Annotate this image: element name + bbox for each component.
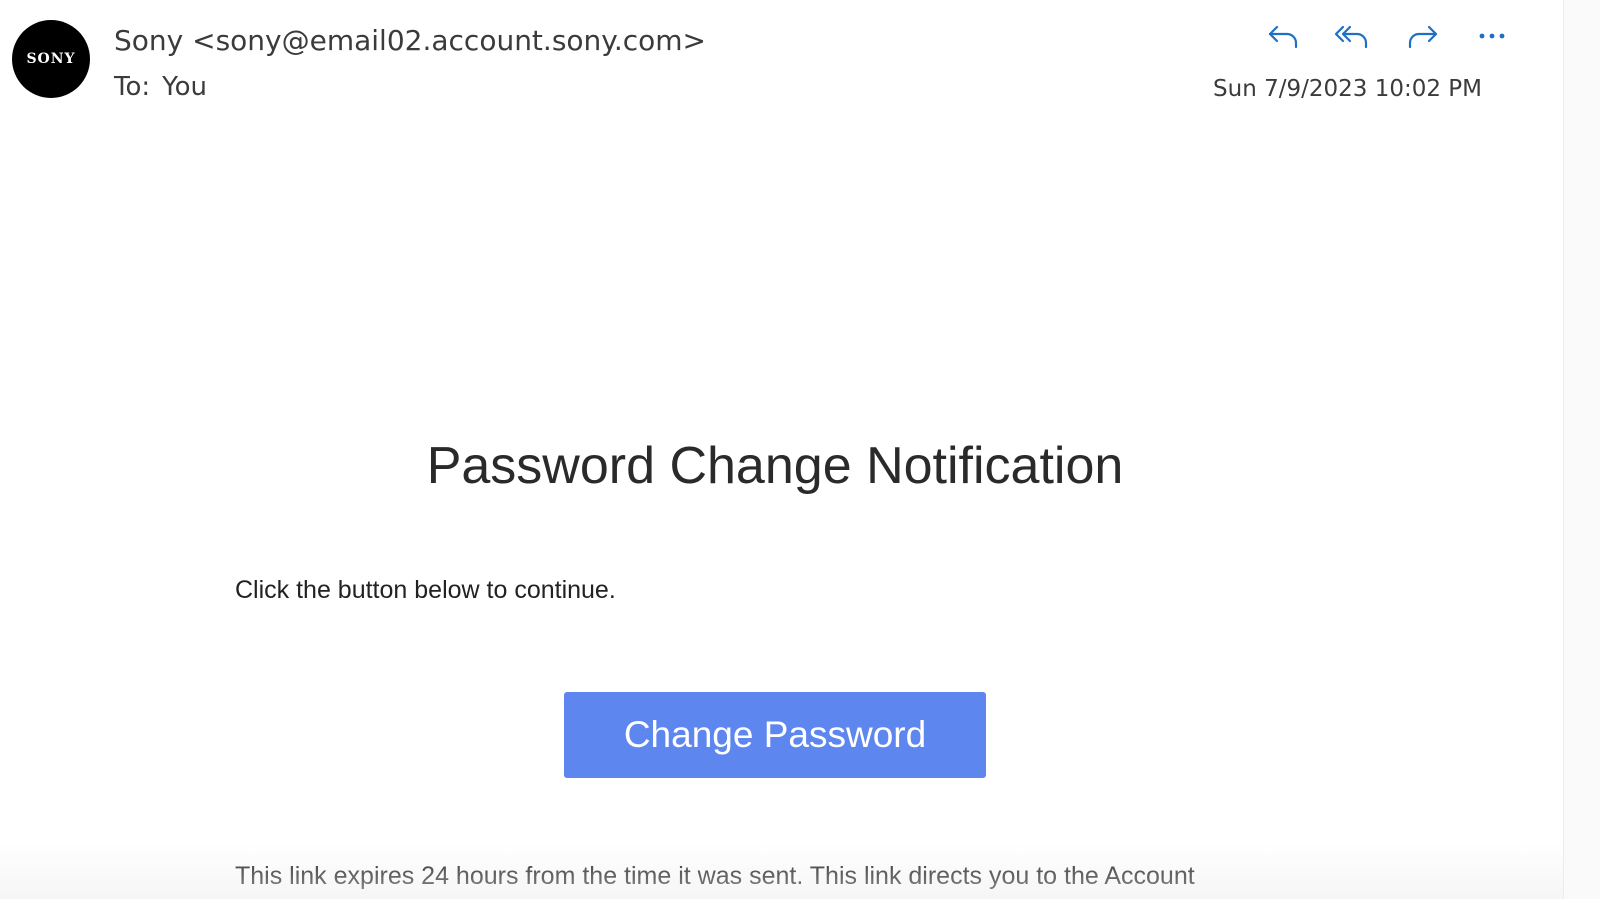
- change-password-button[interactable]: Change Password: [564, 692, 986, 778]
- reply-icon: [1267, 21, 1301, 51]
- reply-all-button[interactable]: [1330, 16, 1374, 56]
- to-label: To:: [114, 72, 151, 102]
- avatar-text: SONY: [26, 51, 76, 67]
- forward-icon: [1405, 21, 1439, 51]
- email-reading-pane: SONY Sony <sony@email02.account.sony.com…: [0, 0, 1563, 899]
- sender-line[interactable]: Sony <sony@email02.account.sony.com>: [114, 24, 706, 57]
- reply-button[interactable]: [1262, 16, 1306, 56]
- recipient-line: To: You: [114, 72, 207, 102]
- reply-all-icon: [1333, 21, 1371, 51]
- more-options-icon: [1477, 31, 1507, 41]
- email-headline: Password Change Notification: [426, 437, 1124, 495]
- change-password-label: Change Password: [623, 714, 927, 755]
- message-actions: [1262, 16, 1522, 56]
- forward-button[interactable]: [1400, 16, 1444, 56]
- link-expiry-text: This link expires 24 hours from the time…: [235, 862, 1195, 890]
- more-options-button[interactable]: [1470, 16, 1514, 56]
- sent-timestamp: Sun 7/9/2023 10:02 PM: [1213, 76, 1482, 102]
- sender-avatar[interactable]: SONY: [12, 20, 90, 98]
- recipient-name[interactable]: You: [162, 72, 207, 102]
- instruction-text: Click the button below to continue.: [235, 576, 616, 604]
- reading-pane-right-edge: [1563, 0, 1600, 899]
